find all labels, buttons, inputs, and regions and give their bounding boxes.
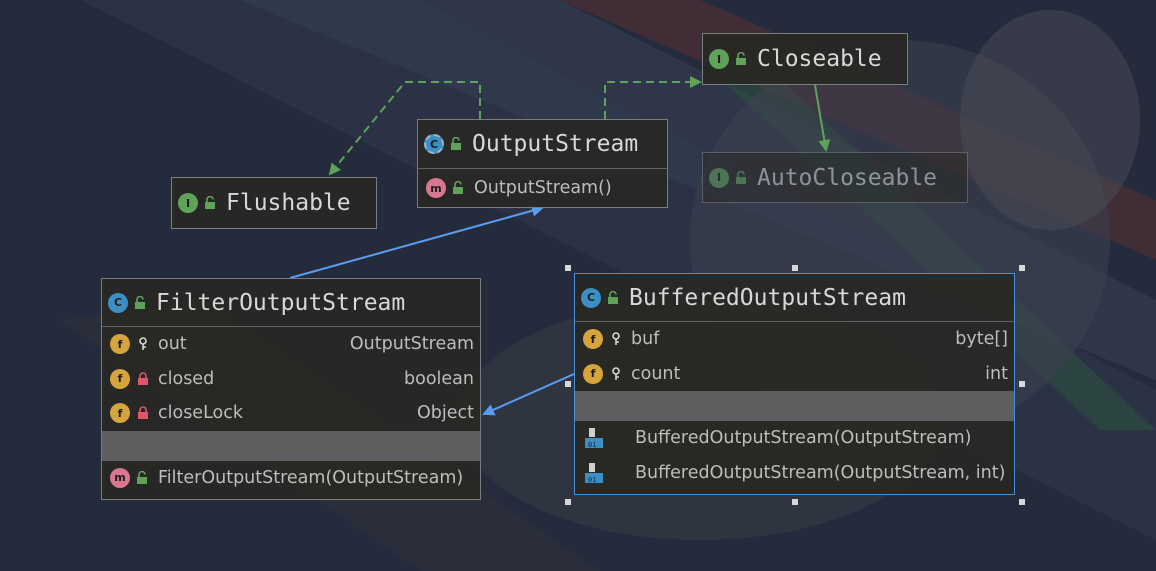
constructor-row[interactable]: 01 BufferedOutputStream(OutputStream, in… — [575, 456, 1014, 491]
class-bufferedoutputstream[interactable]: C BufferedOutputStream f buf byte[] f co… — [574, 273, 1015, 495]
constructor-signature: BufferedOutputStream(OutputStream, int) — [635, 462, 1006, 483]
class-name: OutputStream — [472, 131, 639, 157]
class-filteroutputstream[interactable]: C FilterOutputStream f out OutputStream … — [101, 278, 481, 500]
field-name: out — [158, 334, 187, 355]
field-icon: f — [110, 368, 130, 389]
edge-bufferedoutputstream-extends-filteroutputstream — [482, 373, 575, 416]
interface-name: AutoCloseable — [757, 164, 938, 191]
field-row[interactable]: f closed boolean — [102, 362, 480, 397]
field-name: buf — [631, 329, 660, 350]
field-icon: f — [583, 329, 603, 350]
class-icon: C — [108, 292, 128, 313]
field-icon: f — [110, 334, 130, 355]
method-signature: OutputStream() — [474, 178, 612, 198]
class-name: BufferedOutputStream — [629, 284, 906, 311]
method-row[interactable]: m OutputStream() — [418, 169, 667, 207]
edge-outputstream-implements-closeable — [604, 76, 702, 119]
class-header: C FilterOutputStream — [102, 279, 480, 327]
unlocked-icon — [205, 196, 215, 209]
edge-closeable-extends-autocloseable — [814, 84, 831, 152]
unlocked-icon — [135, 295, 145, 309]
method-row[interactable]: m FilterOutputStream(OutputStream) — [102, 461, 480, 496]
class-icon: C — [581, 287, 601, 308]
interface-header: I Flushable — [172, 178, 376, 228]
field-name: closed — [158, 368, 215, 389]
field-type: Object — [417, 403, 474, 424]
field-icon: f — [110, 403, 130, 424]
field-row[interactable]: f out OutputStream — [102, 327, 480, 362]
key-icon — [612, 366, 620, 380]
svg-text:01: 01 — [588, 476, 596, 484]
interface-icon: I — [709, 167, 729, 188]
section-divider — [102, 430, 480, 461]
method-icon: m — [426, 178, 446, 198]
svg-text:01: 01 — [588, 441, 596, 449]
resize-handle[interactable] — [565, 499, 571, 505]
field-row[interactable]: f closeLock Object — [102, 396, 480, 431]
method-signature: FilterOutputStream(OutputStream) — [158, 467, 464, 488]
resize-handle[interactable] — [1019, 265, 1025, 271]
constructor-icon: 01 — [585, 428, 603, 449]
interface-name: Closeable — [757, 46, 882, 72]
resize-handle[interactable] — [1019, 499, 1025, 505]
interface-closeable[interactable]: I Closeable — [702, 33, 908, 85]
abstract-class-icon: C — [424, 134, 444, 154]
unlocked-icon — [451, 137, 461, 150]
key-icon — [612, 332, 620, 346]
padlock-icon — [138, 372, 148, 385]
field-icon: f — [583, 363, 603, 384]
field-type: OutputStream — [349, 334, 474, 355]
unlocked-icon — [736, 170, 746, 184]
unlocked-icon — [736, 52, 746, 65]
unlocked-icon — [453, 181, 463, 194]
resize-handle[interactable] — [565, 265, 571, 271]
interface-header: I Closeable — [703, 34, 907, 84]
class-header: C BufferedOutputStream — [575, 274, 1014, 322]
field-type: byte[] — [955, 329, 1008, 350]
constructor-signature: BufferedOutputStream(OutputStream) — [635, 428, 972, 449]
section-divider — [575, 391, 1014, 421]
unlocked-icon — [137, 470, 147, 484]
interface-name: Flushable — [226, 190, 351, 216]
interface-icon: I — [709, 49, 729, 69]
class-header: C OutputStream — [418, 120, 667, 169]
method-icon: m — [110, 467, 130, 488]
field-name: count — [631, 363, 681, 384]
field-type: int — [985, 363, 1008, 384]
field-row[interactable]: f count int — [575, 357, 1014, 392]
class-outputstream[interactable]: C OutputStream m OutputStream() — [417, 119, 668, 208]
key-icon — [139, 337, 147, 351]
unlocked-icon — [608, 290, 618, 304]
interface-autocloseable[interactable]: I AutoCloseable — [702, 152, 968, 203]
padlock-icon — [138, 406, 148, 420]
resize-handle[interactable] — [792, 499, 798, 505]
resize-handle[interactable] — [565, 381, 571, 387]
interface-header: I AutoCloseable — [703, 153, 967, 202]
interface-icon: I — [178, 193, 198, 213]
interface-flushable[interactable]: I Flushable — [171, 177, 377, 229]
resize-handle[interactable] — [1019, 381, 1025, 387]
class-name: FilterOutputStream — [156, 289, 406, 316]
constructor-row[interactable]: 01 BufferedOutputStream(OutputStream) — [575, 421, 1014, 456]
field-row[interactable]: f buf byte[] — [575, 322, 1014, 357]
constructor-icon: 01 — [585, 462, 603, 484]
resize-handle[interactable] — [792, 265, 798, 271]
field-name: closeLock — [158, 403, 243, 424]
field-type: boolean — [404, 368, 474, 389]
